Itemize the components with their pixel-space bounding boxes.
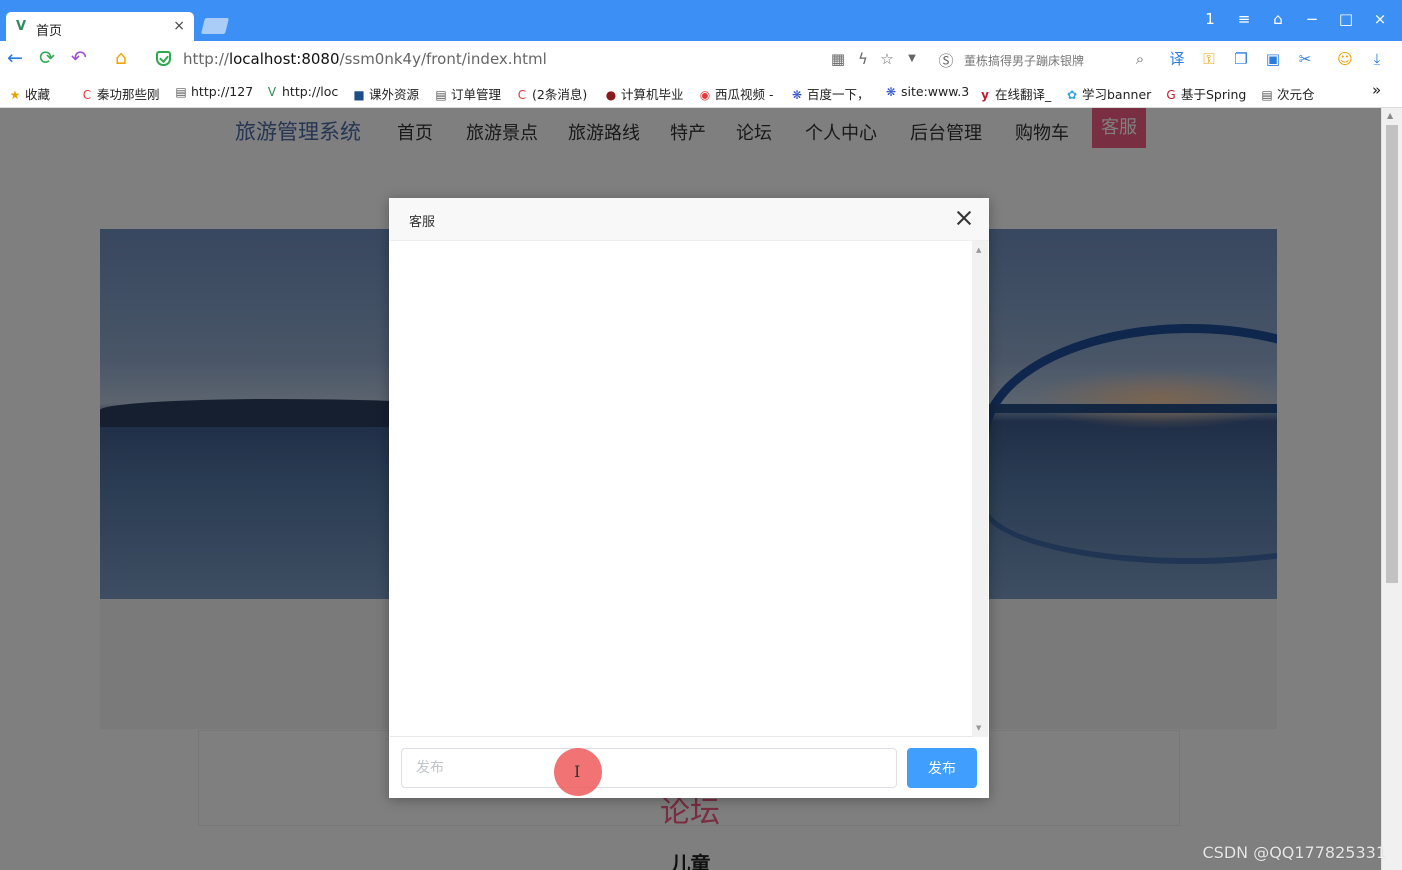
scroll-up-icon[interactable]: ▲: [1387, 111, 1393, 120]
window-number-icon[interactable]: 1: [1200, 10, 1220, 28]
bookmark-item[interactable]: ● 计算机毕业: [604, 84, 684, 103]
bookmark-item[interactable]: ❋ 百度一下，: [790, 84, 870, 103]
bookmarks-bar: ★ 收藏 C 秦功那些刚 ▤ http://127 Vhttp://loc ■ 课外资源…: [0, 77, 1402, 108]
bookmark-item[interactable]: Vhttp://loc: [265, 84, 338, 99]
undo-icon[interactable]: ↶: [68, 48, 90, 68]
bookmark-item[interactable]: y 在线翻译_: [978, 84, 1051, 103]
star-icon: ★: [9, 88, 21, 102]
mouse-cursor-marker: I: [554, 748, 602, 796]
emoji-icon[interactable]: ☺: [1336, 50, 1354, 68]
c-icon: C: [82, 88, 92, 102]
page-icon: ▤: [1261, 88, 1273, 102]
chat-scrollbar[interactable]: ▲ ▼: [972, 241, 988, 737]
address-bar: ← ⟳ ↶ ⌂ http://localhost:8080/ssm0nk4y/f…: [0, 41, 1402, 77]
skin-icon[interactable]: ⌂: [1268, 10, 1288, 28]
bookmark-label: 基于Spring: [1181, 87, 1247, 102]
vue-favicon-icon: V: [16, 19, 27, 34]
circle-icon: ●: [605, 88, 617, 102]
new-tab-button[interactable]: [201, 18, 229, 34]
scissors-icon[interactable]: ✂: [1296, 50, 1314, 68]
scrollbar-thumb[interactable]: [1386, 125, 1398, 583]
book-icon: ■: [353, 88, 365, 102]
dialog-title: 客服: [409, 215, 436, 230]
vue-icon: V: [267, 85, 277, 99]
bookmark-label: site:www.3: [901, 84, 970, 99]
search-icon[interactable]: ⌕: [1130, 50, 1150, 68]
bookmark-item[interactable]: ▤ 订单管理: [434, 84, 501, 103]
screenshot-icon[interactable]: ❐: [1232, 50, 1250, 68]
home-icon[interactable]: ⌂: [110, 48, 132, 68]
bookmark-label: http://127: [191, 84, 254, 99]
minimize-icon[interactable]: −: [1302, 10, 1322, 28]
text-cursor-icon: I: [574, 762, 581, 781]
window-icon[interactable]: ▣: [1264, 50, 1282, 68]
bookmark-label: 课外资源: [369, 87, 420, 102]
chevron-down-icon[interactable]: ▼: [902, 53, 922, 64]
download-icon[interactable]: ⤓: [1368, 50, 1386, 68]
paw-icon: ❋: [885, 85, 897, 99]
refresh-icon[interactable]: ⟳: [36, 48, 58, 68]
page-icon: ▤: [435, 88, 447, 102]
back-icon[interactable]: ←: [4, 48, 26, 68]
tab-close-icon[interactable]: ×: [173, 18, 185, 34]
url-prefix: http://: [183, 50, 229, 68]
bookmark-item[interactable]: C (2条消息): [515, 84, 587, 103]
bookmark-item[interactable]: ■ 课外资源: [352, 84, 419, 103]
chat-input[interactable]: [401, 748, 897, 788]
bookmark-label: 百度一下，: [807, 87, 870, 102]
tab-title: 首页: [36, 24, 63, 39]
bookmark-label: 学习banner: [1082, 87, 1152, 102]
bookmark-label: http://loc: [282, 84, 339, 99]
bookmarks-more-icon[interactable]: »: [1372, 81, 1381, 99]
browser-tab-active[interactable]: V 首页 ×: [6, 12, 194, 41]
page-icon: ▤: [175, 85, 187, 99]
maximize-icon[interactable]: □: [1336, 10, 1356, 28]
paw-icon: ❋: [791, 88, 803, 102]
search-engine-icon[interactable]: Ⓢ: [936, 50, 956, 71]
browser-titlebar: V 首页 × 1 ≡ ⌂ − □ ×: [0, 0, 1402, 41]
close-window-icon[interactable]: ×: [1370, 10, 1390, 28]
chat-scroll-up-icon[interactable]: ▲: [976, 246, 981, 254]
bookmark-item[interactable]: G 基于Spring: [1164, 84, 1246, 103]
star-bookmark-icon[interactable]: ☆: [877, 50, 897, 68]
bookmark-label: (2条消息): [532, 87, 588, 102]
y-icon: y: [981, 88, 989, 102]
bookmark-label: 计算机毕业: [621, 87, 684, 102]
chat-message-area[interactable]: ▲ ▼: [390, 241, 988, 737]
url-path: /ssm0nk4y/front/index.html: [339, 50, 547, 68]
page-scrollbar[interactable]: ▲: [1381, 108, 1402, 870]
search-hint[interactable]: 董栋搞得男子蹦床银牌: [964, 52, 1084, 69]
g-icon: G: [1166, 88, 1176, 102]
close-icon[interactable]: [955, 209, 973, 227]
play-icon: ◉: [699, 88, 711, 102]
bookmark-item[interactable]: ✿ 学习banner: [1065, 84, 1151, 103]
lightning-icon[interactable]: ϟ: [853, 50, 873, 68]
bookmark-label: 在线翻译_: [995, 87, 1052, 102]
bookmark-label: 次元仓: [1277, 87, 1315, 102]
url-host: localhost:8080: [228, 50, 340, 68]
send-button[interactable]: 发布: [907, 748, 977, 788]
qr-code-icon[interactable]: ▦: [828, 50, 848, 68]
chat-scroll-down-icon[interactable]: ▼: [976, 724, 981, 732]
menu-icon[interactable]: ≡: [1234, 10, 1254, 28]
translate-icon[interactable]: 译: [1168, 50, 1186, 68]
bookmark-label: 订单管理: [451, 87, 502, 102]
bookmark-item[interactable]: C 秦功那些刚: [80, 84, 160, 103]
watermark: CSDN @QQ177825331: [1202, 843, 1386, 862]
bookmark-item[interactable]: ◉ 西瓜视频 -: [698, 84, 774, 103]
bookmark-item[interactable]: ❋ site:www.3: [884, 84, 969, 99]
c-icon: C: [517, 88, 527, 102]
bookmark-label: 收藏: [25, 87, 51, 102]
dialog-header: 客服: [389, 198, 989, 241]
globe-icon: ✿: [1066, 88, 1078, 102]
bookmark-item[interactable]: ★ 收藏: [8, 84, 50, 103]
bookmark-label: 秦功那些刚: [97, 87, 160, 102]
secure-shield-icon: [156, 51, 171, 66]
url-field[interactable]: http://localhost:8080/ssm0nk4y/front/ind…: [183, 50, 547, 68]
bookmark-item[interactable]: ▤ http://127: [174, 84, 253, 99]
customer-service-dialog: 客服 ▲ ▼ 发布: [389, 198, 989, 798]
key-icon[interactable]: ⚿: [1200, 50, 1218, 68]
bookmark-label: 西瓜视频 -: [715, 87, 774, 102]
bookmark-item[interactable]: ▤ 次元仓: [1260, 84, 1315, 103]
